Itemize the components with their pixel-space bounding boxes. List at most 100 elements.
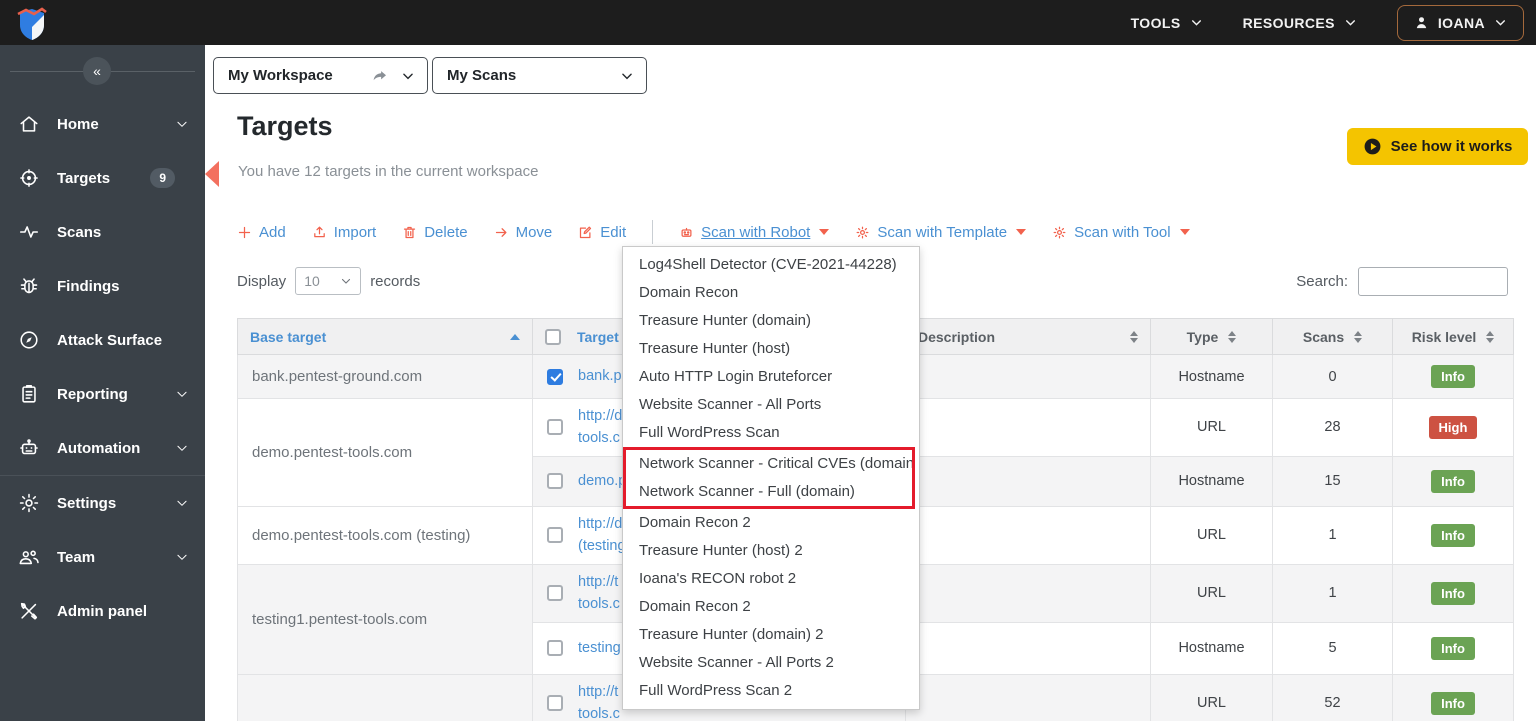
app-logo-icon[interactable] xyxy=(12,3,52,43)
column-header-scans[interactable]: Scans xyxy=(1272,318,1393,355)
scan-with-robot-button[interactable]: Scan with Robot xyxy=(679,223,830,241)
description-cell xyxy=(905,398,1151,457)
display-records-control: Display 10 records xyxy=(237,267,420,295)
column-header-risk-level[interactable]: Risk level xyxy=(1392,318,1514,355)
scans-cell: 0 xyxy=(1272,354,1393,399)
column-header-type[interactable]: Type xyxy=(1150,318,1273,355)
row-checkbox[interactable] xyxy=(547,695,563,712)
sidebar-item-team[interactable]: Team xyxy=(0,530,205,584)
sidebar-item-settings[interactable]: Settings xyxy=(0,476,205,530)
sidebar-item-reporting[interactable]: Reporting xyxy=(0,367,205,421)
menu-item[interactable]: Log4Shell Detector (CVE-2021-44228) xyxy=(623,251,919,279)
scan-robot-label: Scan with Robot xyxy=(701,223,811,241)
select-all-checkbox[interactable] xyxy=(545,328,561,345)
row-checkbox[interactable] xyxy=(547,473,563,490)
target-link[interactable]: http://t tools.c xyxy=(578,681,620,721)
page-size-select[interactable]: 10 xyxy=(295,267,362,295)
see-how-it-works-button[interactable]: See how it works xyxy=(1347,128,1528,165)
risk-cell: Info xyxy=(1392,354,1514,399)
edit-button[interactable]: Edit xyxy=(578,224,626,241)
target-icon xyxy=(18,167,40,189)
sidebar-item-targets[interactable]: Targets 9 xyxy=(0,151,205,205)
menu-item[interactable]: Website Scanner - All Ports xyxy=(623,391,919,419)
target-link[interactable]: bank.p xyxy=(578,365,622,387)
description-cell xyxy=(905,455,1151,507)
target-link[interactable]: http://d (testing xyxy=(578,513,626,558)
menu-item[interactable]: Domain Recon 2 xyxy=(623,509,919,537)
chevron-down-icon xyxy=(622,73,632,79)
menu-item[interactable]: Network Scanner - Critical CVEs (domain) xyxy=(626,450,912,478)
sidebar-item-scans[interactable]: Scans xyxy=(0,205,205,259)
page-subtitle: You have 12 targets in the current works… xyxy=(238,163,539,180)
column-header-base-target[interactable]: Base target xyxy=(237,318,533,355)
sidebar-item-label: Settings xyxy=(57,494,117,512)
menu-item[interactable]: Treasure Hunter (domain) 2 xyxy=(623,621,919,649)
sidebar-item-home[interactable]: Home xyxy=(0,97,205,151)
sidebar-item-attack-surface[interactable]: Attack Surface xyxy=(0,313,205,367)
search-label: Search: xyxy=(1296,273,1348,290)
workspace-selector[interactable]: My Workspace xyxy=(213,57,428,94)
user-menu-button[interactable]: IOANA xyxy=(1396,4,1524,41)
scans-selector[interactable]: My Scans xyxy=(432,57,647,94)
delete-button[interactable]: Delete xyxy=(402,223,468,241)
menu-item[interactable]: Domain Recon 2 xyxy=(623,593,919,621)
display-label: Display xyxy=(237,272,287,290)
topbar-nav: TOOLS RESOURCES IOANA xyxy=(1131,0,1524,45)
tools-menu[interactable]: TOOLS xyxy=(1131,15,1203,31)
upload-icon xyxy=(313,226,325,237)
target-link[interactable]: testing xyxy=(578,637,621,659)
menu-item[interactable]: Network Scanner - Full (domain) xyxy=(626,478,912,506)
scan-with-template-button[interactable]: Scan with Template xyxy=(855,223,1027,241)
description-cell xyxy=(905,673,1151,721)
sidebar-item-admin-panel[interactable]: Admin panel xyxy=(0,584,205,638)
sidebar-item-label: Reporting xyxy=(57,385,128,403)
column-header-description[interactable]: Description xyxy=(905,318,1151,355)
target-link[interactable]: demo.p xyxy=(578,470,626,492)
chevron-down-icon xyxy=(1496,20,1505,26)
target-link[interactable]: http://t tools.c xyxy=(578,571,620,616)
chevron-down-icon xyxy=(175,117,189,131)
scan-with-tool-button[interactable]: Scan with Tool xyxy=(1052,224,1190,241)
row-checkbox[interactable] xyxy=(547,585,563,602)
menu-item[interactable]: Full WordPress Scan 2 xyxy=(623,677,919,705)
search-input[interactable] xyxy=(1358,267,1508,296)
trash-icon xyxy=(404,226,416,238)
row-checkbox[interactable] xyxy=(547,640,563,657)
menu-item[interactable]: Treasure Hunter (host) xyxy=(623,335,919,363)
menu-item[interactable]: Ioana's RECON robot 2 xyxy=(623,565,919,593)
row-checkbox[interactable] xyxy=(547,527,563,544)
risk-cell: Info xyxy=(1392,673,1514,721)
compass-icon xyxy=(18,329,40,351)
menu-item[interactable]: Treasure Hunter (domain) xyxy=(623,307,919,335)
menu-item[interactable]: Treasure Hunter (host) 2 xyxy=(623,537,919,565)
caret-down-icon xyxy=(819,229,830,235)
sidebar-item-findings[interactable]: Findings xyxy=(0,259,205,313)
robot-icon xyxy=(681,227,692,237)
sort-icon xyxy=(1228,330,1237,343)
import-button[interactable]: Import xyxy=(312,224,376,241)
risk-cell: Info xyxy=(1392,621,1514,675)
menu-item[interactable]: Website Scanner - All Ports 2 xyxy=(623,649,919,677)
menu-item[interactable]: Domain Recon xyxy=(623,279,919,307)
sidebar-item-automation[interactable]: Automation xyxy=(0,421,205,475)
chevron-down-icon xyxy=(403,73,413,79)
row-checkbox[interactable] xyxy=(547,419,563,436)
menu-item[interactable]: Full WordPress Scan xyxy=(623,419,919,447)
type-cell: Hostname xyxy=(1150,621,1273,675)
target-link[interactable]: http://d tools.c xyxy=(578,405,622,450)
bug-icon xyxy=(18,275,40,297)
move-button[interactable]: Move xyxy=(494,224,552,241)
scan-template-label: Scan with Template xyxy=(877,223,1008,241)
menu-item[interactable]: Auto HTTP Login Bruteforcer xyxy=(623,363,919,391)
cta-label: See how it works xyxy=(1390,138,1513,155)
sidebar-collapse-button[interactable]: « xyxy=(83,57,111,85)
resources-menu[interactable]: RESOURCES xyxy=(1243,15,1357,31)
row-checkbox[interactable] xyxy=(547,368,563,385)
risk-badge: Info xyxy=(1431,523,1475,547)
scans-cell: 1 xyxy=(1272,505,1393,565)
risk-badge: Info xyxy=(1431,365,1475,388)
add-button[interactable]: Add xyxy=(237,224,286,241)
gear-icon xyxy=(856,226,869,238)
type-cell: URL xyxy=(1150,505,1273,565)
delete-label: Delete xyxy=(424,223,468,241)
